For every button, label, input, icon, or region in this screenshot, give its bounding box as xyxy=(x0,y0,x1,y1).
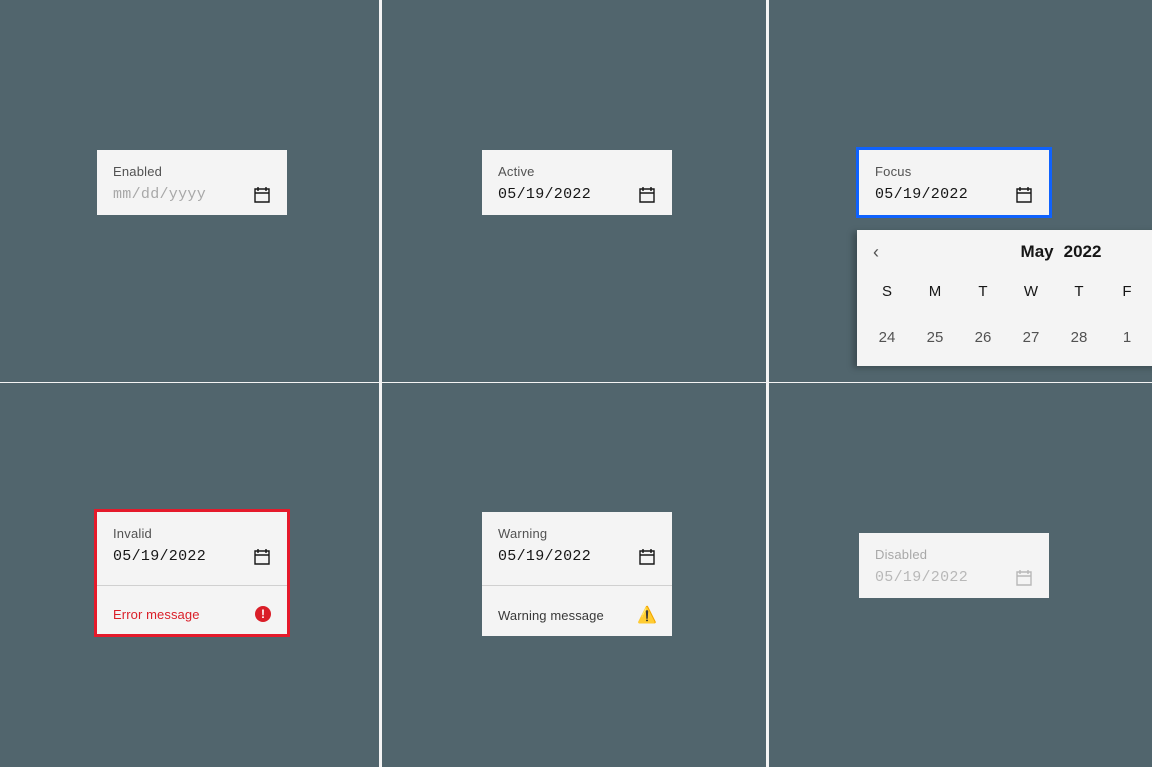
datepicker-warning[interactable]: Warning 05/19/2022 Warning message ⚠️ xyxy=(482,512,672,636)
date-input[interactable]: 05/19/2022 xyxy=(113,548,206,565)
error-filled-icon: ! xyxy=(255,606,271,622)
label: Focus xyxy=(875,164,1033,179)
label: Warning xyxy=(498,526,656,541)
date-cell[interactable]: 26 xyxy=(959,316,1007,358)
label: Enabled xyxy=(113,164,271,179)
states-grid: Enabled mm/dd/yyyy Active 05/19/2022 F xyxy=(0,0,1152,767)
divider xyxy=(482,585,672,586)
weekday: T xyxy=(959,270,1007,312)
cell-disabled: Disabled 05/19/2022 xyxy=(769,383,1152,767)
weekday: S xyxy=(863,270,911,312)
field-row: 05/19/2022 xyxy=(875,185,1033,203)
calendar-month: May xyxy=(1021,242,1054,262)
field-row: 05/19/2022 xyxy=(113,547,271,565)
weekday: M xyxy=(911,270,959,312)
label: Active xyxy=(498,164,656,179)
weekday: T xyxy=(1055,270,1103,312)
cell-active: Active 05/19/2022 xyxy=(382,0,769,383)
weekday: F xyxy=(1103,270,1151,312)
datepicker-active[interactable]: Active 05/19/2022 xyxy=(482,150,672,215)
label: Disabled xyxy=(875,547,1033,562)
cell-invalid: Invalid 05/19/2022 Error message ! xyxy=(0,383,382,767)
cell-enabled: Enabled mm/dd/yyyy xyxy=(0,0,382,383)
warning-message: Warning message xyxy=(498,608,604,623)
cell-warning: Warning 05/19/2022 Warning message ⚠️ xyxy=(382,383,769,767)
field-row: 05/19/2022 xyxy=(875,568,1033,586)
calendar-icon[interactable] xyxy=(1015,185,1033,203)
message-row: Warning message ⚠️ xyxy=(482,594,672,636)
calendar-icon xyxy=(1015,568,1033,586)
calendar-icon[interactable] xyxy=(638,547,656,565)
date-input[interactable]: 05/19/2022 xyxy=(498,186,591,203)
calendar-year: 2022 xyxy=(1064,242,1102,262)
datepicker-enabled[interactable]: Enabled mm/dd/yyyy xyxy=(97,150,287,215)
weekday-row: S M T W T F xyxy=(857,270,1152,312)
warning-icon: ⚠️ xyxy=(638,606,656,624)
date-cell[interactable]: 27 xyxy=(1007,316,1055,358)
datepicker-focus[interactable]: Focus 05/19/2022 xyxy=(859,150,1049,215)
dates-row: 24 25 26 27 28 1 xyxy=(857,316,1152,366)
field-row: 05/19/2022 xyxy=(498,185,656,203)
datepicker-disabled: Disabled 05/19/2022 xyxy=(859,533,1049,598)
chevron-left-icon[interactable]: ‹ xyxy=(873,243,893,261)
date-input[interactable]: mm/dd/yyyy xyxy=(113,186,206,203)
weekday: W xyxy=(1007,270,1055,312)
message-row: Error message ! xyxy=(97,594,287,634)
date-cell[interactable]: 1 xyxy=(1103,316,1151,358)
datepicker-invalid[interactable]: Invalid 05/19/2022 Error message ! xyxy=(97,512,287,634)
calendar-popover[interactable]: ‹ May 2022 S M T W T F 24 25 26 27 28 xyxy=(857,230,1152,366)
field-row: mm/dd/yyyy xyxy=(113,185,271,203)
divider xyxy=(97,585,287,586)
field-row: 05/19/2022 xyxy=(498,547,656,565)
calendar-header: ‹ May 2022 xyxy=(857,230,1152,270)
date-cell[interactable]: 24 xyxy=(863,316,911,358)
calendar-icon[interactable] xyxy=(638,185,656,203)
date-input: 05/19/2022 xyxy=(875,569,968,586)
date-cell[interactable]: 28 xyxy=(1055,316,1103,358)
cell-focus: Focus 05/19/2022 ‹ May 2022 S M T W xyxy=(769,0,1152,383)
date-cell[interactable]: 25 xyxy=(911,316,959,358)
calendar-icon[interactable] xyxy=(253,185,271,203)
date-input[interactable]: 05/19/2022 xyxy=(498,548,591,565)
month-year[interactable]: May 2022 xyxy=(893,242,1152,262)
error-message: Error message xyxy=(113,607,200,622)
calendar-icon[interactable] xyxy=(253,547,271,565)
label: Invalid xyxy=(113,526,271,541)
date-input[interactable]: 05/19/2022 xyxy=(875,186,968,203)
